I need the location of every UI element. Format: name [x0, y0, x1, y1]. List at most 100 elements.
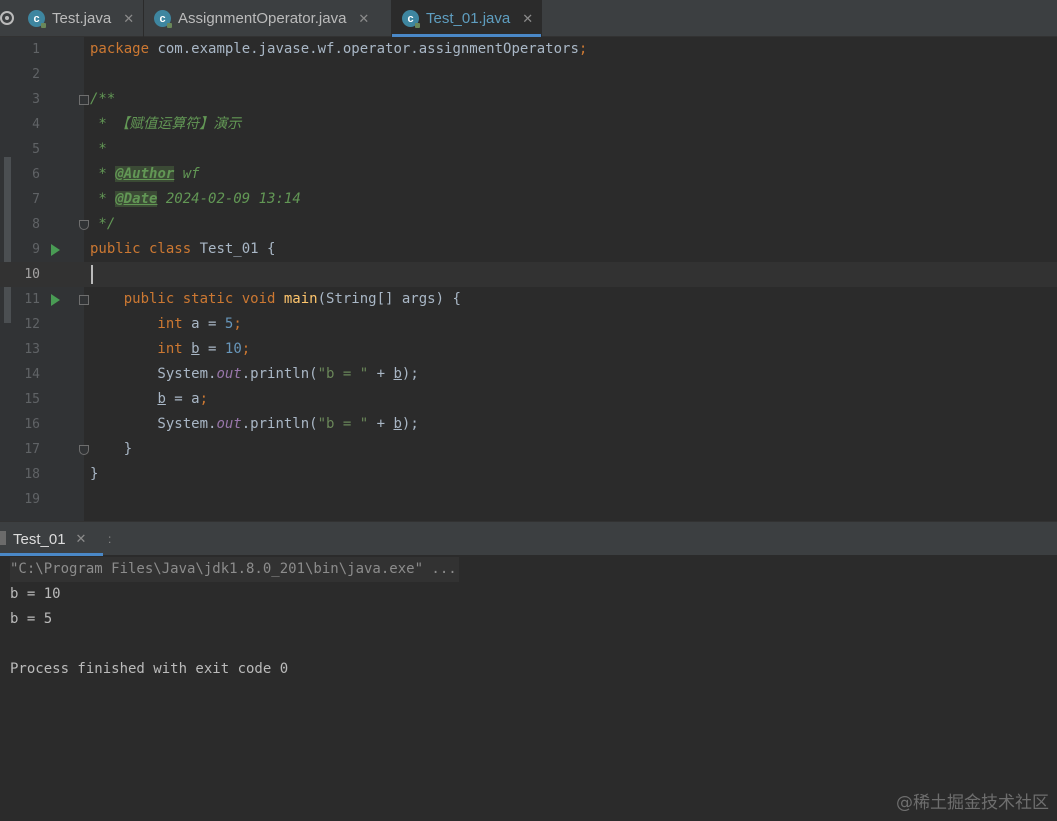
code-line[interactable]: 4 * 【赋值运算符】演示	[0, 112, 1057, 137]
console-command-line: "C:\Program Files\Java\jdk1.8.0_201\bin\…	[10, 557, 459, 582]
code-text: * @Author wf	[90, 162, 200, 187]
fold-icon[interactable]	[79, 220, 89, 230]
code-token: com.example.javase.wf.operator.assignmen…	[149, 41, 579, 57]
tab-label: AssignmentOperator.java	[178, 10, 347, 27]
code-line[interactable]: 1 package com.example.javase.wf.operator.…	[0, 37, 1057, 62]
code-line[interactable]: 3 /**	[0, 87, 1057, 112]
fold-icon[interactable]	[79, 95, 89, 105]
run-tab-test01[interactable]: Test_01 ✕	[0, 522, 103, 556]
code-text: public class Test_01 {	[90, 237, 275, 262]
java-class-icon: c	[402, 10, 420, 28]
tab-scroll-icon[interactable]	[0, 9, 14, 27]
tab-test01-java[interactable]: c Test_01.java ✕	[392, 0, 542, 37]
line-number: 11	[24, 292, 40, 307]
code-text: }	[90, 462, 98, 487]
fold-icon[interactable]	[79, 295, 89, 305]
code-token: ;	[233, 316, 242, 332]
code-text: public static void main(String[] args) {	[90, 287, 461, 312]
close-icon[interactable]: ✕	[123, 11, 134, 27]
code-token: (String[] args) {	[317, 291, 461, 307]
code-token: 10	[224, 341, 242, 357]
fold-icon[interactable]	[79, 445, 89, 455]
code-line[interactable]: 14 System.out.println("b = " + b);	[0, 362, 1057, 387]
java-class-icon: c	[154, 10, 172, 28]
code-token: wf	[174, 166, 200, 182]
console-output-line: Process finished with exit code 0	[10, 661, 289, 677]
code-text: int b = 10;	[90, 337, 250, 362]
code-text: *	[90, 137, 107, 162]
close-icon[interactable]: ✕	[76, 531, 87, 547]
close-icon[interactable]: ✕	[522, 11, 533, 27]
code-token: out	[216, 366, 242, 382]
line-number: 3	[32, 92, 40, 107]
code-editor[interactable]: 1 package com.example.javase.wf.operator.…	[0, 37, 1057, 521]
code-line[interactable]: 11 public static void main(String[] args…	[0, 287, 1057, 312]
code-token: * 【赋值运算符】演示	[90, 116, 242, 132]
code-token: int	[90, 341, 183, 357]
code-token: public static void	[90, 291, 276, 307]
code-text: * @Date 2024-02-09 13:14	[90, 187, 301, 212]
code-token: System.	[90, 366, 217, 382]
code-line[interactable]: 18}	[0, 462, 1057, 487]
line-number: 12	[24, 317, 40, 332]
code-token: ;	[241, 341, 251, 357]
code-token: b	[157, 391, 166, 407]
code-token: int	[90, 316, 183, 332]
tab-label: Test_01.java	[426, 10, 511, 27]
code-token: = a	[165, 391, 200, 407]
code-token: out	[216, 416, 242, 432]
code-line[interactable]: 9 public class Test_01 {	[0, 237, 1057, 262]
run-tab-label: Test_01	[13, 530, 66, 548]
code-token: Test_01 {	[191, 241, 276, 257]
code-line[interactable]: 19	[0, 487, 1057, 512]
close-icon[interactable]: ✕	[358, 11, 369, 27]
code-text: }	[90, 437, 132, 462]
code-line[interactable]: 5 *	[0, 137, 1057, 162]
code-line[interactable]: 7 * @Date 2024-02-09 13:14	[0, 187, 1057, 212]
code-token: *	[90, 141, 107, 157]
line-number: 7	[32, 192, 40, 207]
code-token: a =	[182, 316, 225, 332]
watermark: @稀土掘金技术社区	[896, 793, 1049, 813]
code-token: =	[199, 341, 225, 357]
code-text: /**	[90, 87, 115, 112]
code-token: main	[283, 291, 318, 307]
java-class-icon: c	[28, 10, 46, 28]
tab-test-java[interactable]: c Test.java ✕	[16, 0, 144, 37]
line-number: 14	[24, 367, 40, 382]
line-number: 5	[32, 142, 40, 157]
code-line[interactable]: 6 * @Author wf	[0, 162, 1057, 187]
code-line[interactable]: 15 b = a;	[0, 387, 1057, 412]
code-token: .println(	[241, 366, 318, 382]
code-line[interactable]: 17 }	[0, 437, 1057, 462]
code-token: b	[393, 366, 402, 382]
line-number: 8	[32, 217, 40, 232]
code-token: b	[191, 341, 200, 357]
line-number: 9	[32, 242, 40, 257]
code-token: .println(	[241, 416, 318, 432]
code-token: */	[90, 216, 116, 232]
run-gutter-icon[interactable]	[51, 294, 60, 306]
code-token: @Author	[115, 166, 175, 182]
console-output-line: b = 5	[10, 611, 53, 627]
line-number: 16	[24, 417, 40, 432]
run-gutter-icon[interactable]	[51, 244, 60, 256]
tab-assignmentoperator-java[interactable]: c AssignmentOperator.java ✕	[144, 0, 392, 37]
code-token: System.	[90, 416, 217, 432]
code-line[interactable]: 2	[0, 62, 1057, 87]
line-number: 10	[24, 267, 40, 282]
code-line[interactable]: 16 System.out.println("b = " + b);	[0, 412, 1057, 437]
code-token: +	[368, 416, 394, 432]
code-token: ;	[578, 41, 588, 57]
code-text: System.out.println("b = " + b);	[90, 362, 418, 387]
line-number: 6	[32, 167, 40, 182]
code-line[interactable]: 12 int a = 5;	[0, 312, 1057, 337]
code-text: int a = 5;	[90, 312, 242, 337]
editor-tab-bar: c Test.java ✕ c AssignmentOperator.java …	[0, 0, 1057, 37]
code-line[interactable]: 8 */	[0, 212, 1057, 237]
code-line[interactable]: 13 int b = 10;	[0, 337, 1057, 362]
code-text: */	[90, 212, 115, 237]
code-line[interactable]: 10	[0, 262, 1057, 287]
